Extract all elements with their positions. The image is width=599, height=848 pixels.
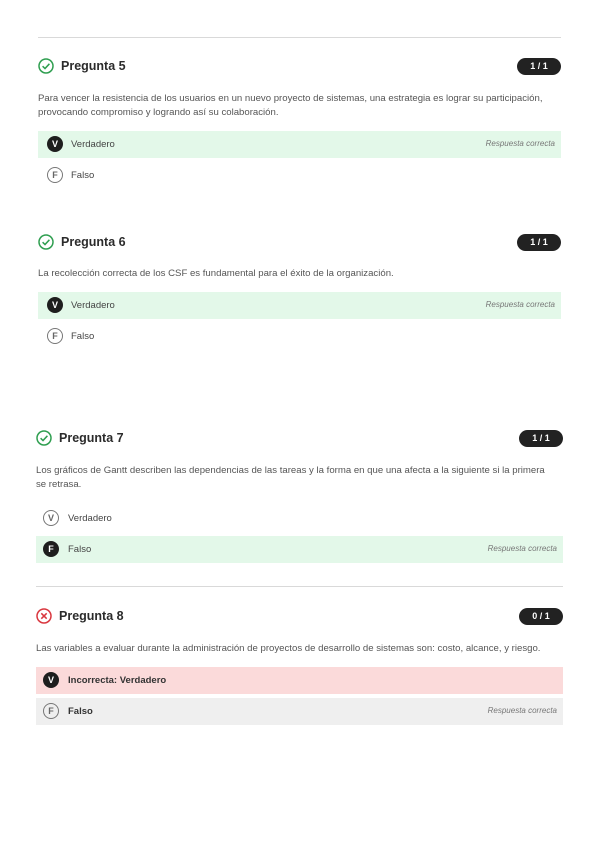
option-letter: F	[47, 328, 63, 344]
option-verdadero[interactable]: V Incorrecta: Verdadero	[36, 667, 563, 694]
option-verdadero[interactable]: V Verdadero	[36, 505, 563, 532]
score-badge: 1 / 1	[517, 58, 561, 75]
divider-middle	[36, 586, 563, 587]
option-label: Verdadero	[71, 300, 115, 311]
correct-answer-note: Respuesta correcta	[487, 544, 557, 553]
question-title: Pregunta 8	[59, 609, 124, 623]
option-letter: F	[43, 541, 59, 557]
option-letter: V	[47, 136, 63, 152]
correct-answer-note: Respuesta correcta	[487, 706, 557, 715]
option-label: Falso	[68, 544, 92, 555]
option-falso[interactable]: F Falso	[38, 162, 561, 189]
question-header: Pregunta 5 1 / 1	[38, 58, 561, 78]
question-7: Pregunta 7 1 / 1 Los gráficos de Gantt d…	[36, 430, 563, 570]
option-verdadero[interactable]: V Verdadero Respuesta correcta	[38, 131, 561, 158]
option-letter: V	[43, 510, 59, 526]
check-circle-icon	[38, 58, 54, 74]
question-text: Para vencer la resistencia de los usuari…	[38, 93, 543, 118]
option-label: Incorrecta: Verdadero	[68, 675, 167, 686]
question-title: Pregunta 5	[61, 59, 126, 73]
question-title: Pregunta 7	[59, 431, 124, 445]
question-text: La recolección correcta de los CSF es fu…	[38, 268, 394, 279]
option-falso[interactable]: F Falso Respuesta correcta	[36, 536, 563, 563]
question-5: Pregunta 5 1 / 1 Para vencer la resisten…	[38, 58, 561, 198]
option-label: Falso	[68, 706, 93, 717]
correct-answer-note: Respuesta correcta	[485, 300, 555, 309]
question-header: Pregunta 8 0 / 1	[36, 608, 563, 628]
option-falso[interactable]: F Falso	[38, 323, 561, 350]
divider-top	[38, 37, 561, 38]
question-header: Pregunta 6 1 / 1	[38, 234, 561, 254]
check-circle-icon	[36, 430, 52, 446]
option-label: Verdadero	[71, 139, 115, 150]
option-label: Falso	[71, 170, 95, 181]
option-falso[interactable]: F Falso Respuesta correcta	[36, 698, 563, 725]
question-title: Pregunta 6	[61, 235, 126, 249]
score-badge: 1 / 1	[517, 234, 561, 251]
option-letter: F	[47, 167, 63, 183]
question-header: Pregunta 7 1 / 1	[36, 430, 563, 450]
option-letter: V	[47, 297, 63, 313]
option-label: Verdadero	[68, 513, 112, 524]
score-badge: 0 / 1	[519, 608, 563, 625]
question-text: Las variables a evaluar durante la admin…	[36, 643, 541, 654]
check-circle-icon	[38, 234, 54, 250]
option-letter: V	[43, 672, 59, 688]
option-label: Falso	[71, 331, 95, 342]
option-verdadero[interactable]: V Verdadero Respuesta correcta	[38, 292, 561, 319]
correct-answer-note: Respuesta correcta	[485, 139, 555, 148]
question-text: Los gráficos de Gantt describen las depe…	[36, 465, 545, 490]
question-8: Pregunta 8 0 / 1 Las variables a evaluar…	[36, 608, 563, 728]
score-badge: 1 / 1	[519, 430, 563, 447]
question-6: Pregunta 6 1 / 1 La recolección correcta…	[38, 234, 561, 354]
x-circle-icon	[36, 608, 52, 624]
option-letter: F	[43, 703, 59, 719]
